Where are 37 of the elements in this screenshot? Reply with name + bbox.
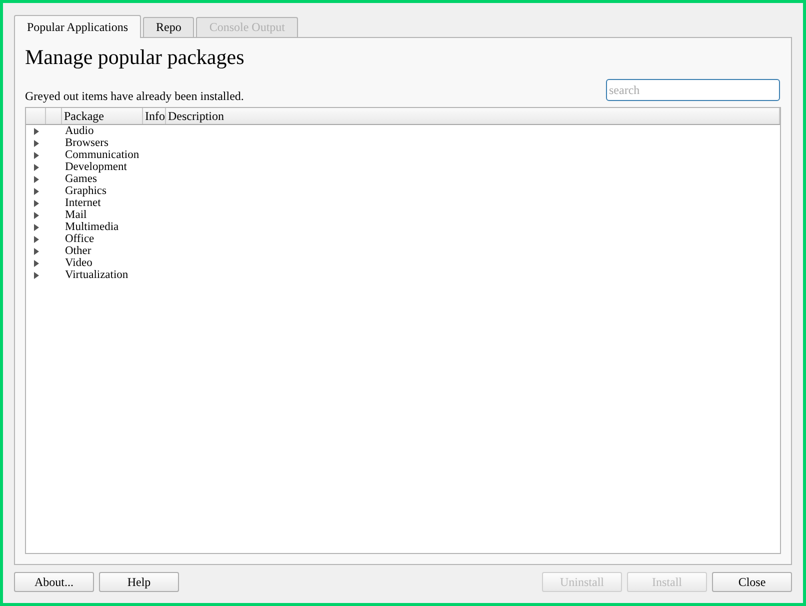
tree-item[interactable]: Other xyxy=(65,245,92,257)
button[interactable]: Help xyxy=(99,572,179,592)
expand-arrow-icon[interactable] xyxy=(34,140,39,146)
tree-item[interactable]: Virtualization xyxy=(65,269,128,281)
column-header[interactable]: Description xyxy=(166,108,780,124)
search-field[interactable]: search xyxy=(606,79,780,101)
expand-arrow-icon[interactable] xyxy=(34,212,39,218)
column-header[interactable]: Info xyxy=(143,108,166,124)
button[interactable]: Close xyxy=(712,572,792,592)
tree-item[interactable]: Browsers xyxy=(65,137,108,149)
page-heading: Manage popular packages xyxy=(25,45,246,71)
tree-item[interactable]: Games xyxy=(65,173,97,185)
column-header[interactable]: Package xyxy=(62,108,143,124)
expand-arrow-icon[interactable] xyxy=(34,272,39,278)
expand-arrow-icon[interactable] xyxy=(34,200,39,206)
tree-item[interactable]: Multimedia xyxy=(65,221,119,233)
expand-arrow-icon[interactable] xyxy=(34,236,39,242)
expand-arrow-icon[interactable] xyxy=(34,260,39,266)
expand-arrow-icon[interactable] xyxy=(34,248,39,254)
tab[interactable]: Repo xyxy=(143,17,194,37)
tree-item[interactable]: Video xyxy=(65,257,92,269)
expand-arrow-icon[interactable] xyxy=(34,152,39,158)
tree-item[interactable]: Internet xyxy=(65,197,101,209)
tree-item[interactable]: Office xyxy=(65,233,94,245)
tree-item[interactable]: Mail xyxy=(65,209,87,221)
tree-item[interactable]: Audio xyxy=(65,125,94,137)
tab[interactable]: Popular Applications xyxy=(14,15,141,38)
info-text: Greyed out items have already been installed. xyxy=(25,89,244,104)
expand-arrow-icon[interactable] xyxy=(34,188,39,194)
tree-item[interactable]: Communication xyxy=(65,149,140,161)
expand-arrow-icon[interactable] xyxy=(34,224,39,230)
expand-arrow-icon[interactable] xyxy=(34,164,39,170)
tree-item[interactable]: Graphics xyxy=(65,185,107,197)
button[interactable]: About... xyxy=(14,572,94,592)
expand-arrow-icon[interactable] xyxy=(34,128,39,134)
tree-item[interactable]: Development xyxy=(65,161,127,173)
expand-arrow-icon[interactable] xyxy=(34,176,39,182)
